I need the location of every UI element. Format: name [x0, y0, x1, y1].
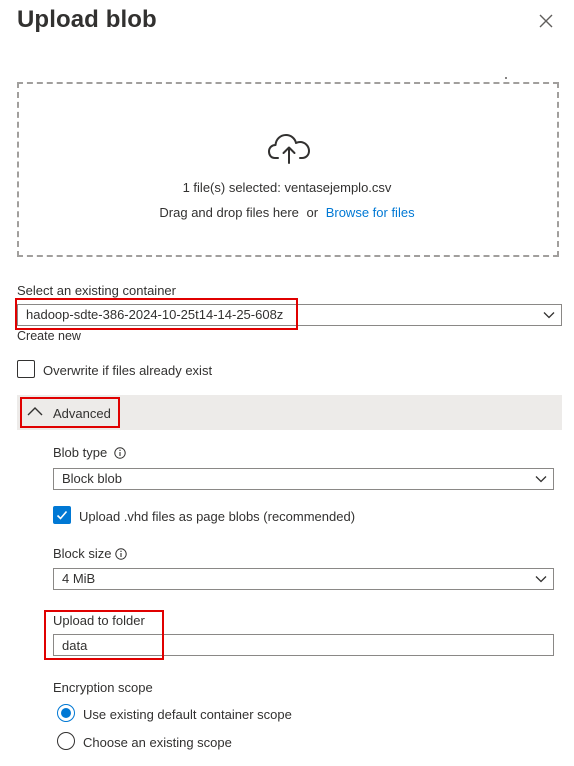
- overwrite-label: Overwrite if files already exist: [43, 363, 213, 378]
- blob-type-label-text: Blob type: [53, 445, 108, 460]
- info-icon[interactable]: [114, 447, 126, 459]
- upload-folder-input[interactable]: [53, 634, 554, 656]
- radio-default-container-scope-label: Use existing default container scope: [83, 707, 292, 722]
- block-size-value: 4 MiB: [62, 571, 96, 586]
- cloud-upload-icon: [268, 134, 310, 164]
- info-icon[interactable]: [115, 548, 127, 560]
- block-size-label-text: Block size: [53, 546, 112, 561]
- blob-type-value: Block blob: [62, 471, 122, 486]
- container-select-value: hadoop-sdte-386-2024-10-25t14-14-25-608z: [26, 307, 284, 322]
- block-size-select[interactable]: 4 MiB: [53, 568, 554, 590]
- checkmark-icon: [56, 510, 68, 520]
- blob-type-label: Blob type: [53, 445, 107, 460]
- browse-files-link[interactable]: Browse for files: [326, 205, 415, 220]
- chevron-down-icon: [535, 476, 547, 483]
- close-icon[interactable]: [536, 11, 556, 31]
- chevron-down-icon: [543, 312, 555, 319]
- selected-file-text: 1 file(s) selected: ventasejemplo.csv: [182, 180, 392, 195]
- file-dropzone[interactable]: [17, 82, 559, 257]
- advanced-label: Advanced: [53, 406, 111, 421]
- radio-choose-existing-scope-label: Choose an existing scope: [83, 735, 232, 750]
- radio-choose-existing-scope[interactable]: [57, 732, 75, 750]
- blob-type-select[interactable]: Block blob: [53, 468, 554, 490]
- container-label: Select an existing container: [17, 283, 176, 298]
- upload-folder-label: Upload to folder: [53, 613, 145, 628]
- decorative-dot: [505, 77, 507, 79]
- create-new-link[interactable]: Create new: [17, 329, 81, 343]
- container-select[interactable]: hadoop-sdte-386-2024-10-25t14-14-25-608z: [17, 304, 562, 326]
- panel-title: Upload blob: [17, 6, 157, 33]
- chevron-up-icon: [27, 407, 43, 416]
- or-text: or: [306, 205, 319, 220]
- block-size-label: Block size: [53, 546, 112, 561]
- drag-drop-text: Drag and drop files here: [159, 205, 299, 220]
- radio-default-container-scope[interactable]: [57, 704, 75, 722]
- vhd-page-blob-checkbox[interactable]: [53, 506, 71, 524]
- encryption-scope-label: Encryption scope: [53, 680, 153, 695]
- drag-drop-row: Drag and drop files here or Browse for f…: [0, 205, 574, 220]
- overwrite-checkbox[interactable]: [17, 360, 35, 378]
- chevron-down-icon: [535, 576, 547, 583]
- vhd-page-blob-label: Upload .vhd files as page blobs (recomme…: [79, 509, 356, 524]
